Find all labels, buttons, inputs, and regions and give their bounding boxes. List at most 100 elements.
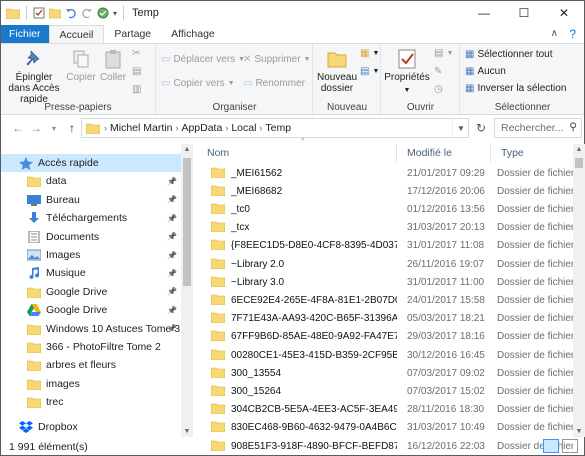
search-input[interactable]: Rechercher... ⚲: [494, 118, 582, 138]
tab-fichier[interactable]: Fichier: [1, 25, 49, 43]
copy-button[interactable]: Copier: [65, 48, 97, 83]
collapse-ribbon-icon[interactable]: ∧: [551, 28, 558, 39]
file-row[interactable]: 830EC468-9B60-4632-9479-0A4B6C0DC1C4 31/0…: [197, 419, 573, 437]
scroll-down-icon[interactable]: ▼: [181, 428, 193, 435]
breadcrumb-separator-icon[interactable]: ›: [104, 123, 107, 133]
file-row[interactable]: ~Library 2.0 26/11/2016 19:07 Dossier de f…: [197, 255, 573, 273]
qat-dropdown-icon[interactable]: ▾: [113, 9, 117, 18]
file-row[interactable]: 6ECE92E4-265E-4F8A-81E1-2B07D0A19CEE 24/0…: [197, 291, 573, 309]
scroll-up-icon[interactable]: ▲: [573, 146, 585, 153]
new-item-button[interactable]: ▦ ▼: [360, 48, 379, 59]
undo-icon[interactable]: [65, 7, 77, 19]
scroll-down-icon[interactable]: ▼: [573, 428, 585, 435]
pin-icon[interactable]: 📌: [167, 251, 177, 260]
invert-selection-button[interactable]: ▦ Inverser la sélection: [465, 83, 566, 94]
recent-locations-icon[interactable]: ▾: [45, 124, 63, 133]
rename-button[interactable]: ▭ Renommer: [243, 78, 305, 89]
nav-item[interactable]: 366 - PhotoFiltre Tome 2: [1, 338, 181, 356]
nav-item[interactable]: arbres et fleurs: [1, 356, 181, 374]
scroll-thumb[interactable]: [183, 158, 191, 286]
nav-item[interactable]: Windows 10 Astuces Tome 3 📌: [1, 320, 181, 338]
delete-button[interactable]: ✕ Supprimer ▼: [243, 54, 310, 65]
breadcrumb-appdata[interactable]: AppData: [181, 122, 222, 134]
pin-icon[interactable]: 📌: [167, 287, 177, 296]
breadcrumb-separator-icon[interactable]: ›: [259, 123, 262, 133]
column-header-type[interactable]: Type: [491, 144, 573, 162]
scroll-up-icon[interactable]: ▲: [181, 146, 193, 153]
nav-item[interactable]: Dropbox: [1, 418, 181, 436]
nav-item[interactable]: Musique 📌: [1, 264, 181, 282]
properties-check-icon[interactable]: [33, 7, 45, 19]
nav-item[interactable]: Téléchargements 📌: [1, 209, 181, 227]
move-to-button[interactable]: ▭ Déplacer vers ▼: [161, 54, 245, 65]
help-icon[interactable]: ?: [569, 27, 576, 41]
forward-icon[interactable]: →: [27, 121, 45, 135]
select-none-button[interactable]: ▦ Aucun: [465, 66, 506, 77]
file-list-scrollbar[interactable]: ▲ ▼: [573, 144, 585, 437]
file-row[interactable]: _tcx 31/03/2017 20:13 Dossier de fichier: [197, 219, 573, 237]
file-row[interactable]: {F8EEC1D5-D8E0-4CF8-8395-4D0374FB5D... 31…: [197, 237, 573, 255]
tab-affichage[interactable]: Affichage: [161, 25, 225, 43]
history-button[interactable]: ◷: [434, 84, 443, 95]
nav-item[interactable]: data 📌: [1, 172, 181, 190]
column-header-modified[interactable]: Modifié le: [397, 144, 491, 162]
new-folder-icon[interactable]: [49, 7, 61, 19]
pin-icon[interactable]: 📌: [167, 177, 177, 186]
redo-icon[interactable]: [81, 7, 93, 19]
nav-item[interactable]: Documents 📌: [1, 228, 181, 246]
minimize-button[interactable]: —: [464, 1, 504, 25]
up-icon[interactable]: ↑: [63, 121, 81, 135]
file-row[interactable]: _MEI61562 21/01/2017 09:29 Dossier de fich…: [197, 164, 573, 182]
nav-item[interactable]: Accès rapide: [1, 154, 181, 172]
copy-path-button[interactable]: ▤: [132, 66, 141, 77]
paste-button[interactable]: Coller: [98, 48, 128, 83]
pin-icon[interactable]: 📌: [167, 214, 177, 223]
file-row[interactable]: ~Library 3.0 31/01/2017 11:00 Dossier de f…: [197, 273, 573, 291]
pin-icon[interactable]: 📌: [167, 232, 177, 241]
file-row[interactable]: _MEI68682 17/12/2016 20:06 Dossier de fich…: [197, 182, 573, 200]
new-folder-button[interactable]: Nouveau dossier: [316, 48, 358, 94]
properties-button[interactable]: Propriétés ▼: [384, 48, 430, 96]
scroll-thumb[interactable]: [575, 158, 583, 168]
nav-item[interactable]: Google Drive 📌: [1, 283, 181, 301]
open-button[interactable]: ▤ ▼: [434, 48, 453, 59]
edit-button[interactable]: ✎: [434, 66, 442, 77]
nav-item[interactable]: Images 📌: [1, 246, 181, 264]
file-row[interactable]: 7F71E43A-AA93-420C-B65F-31396AFB81E1 05/0…: [197, 310, 573, 328]
nav-item[interactable]: Google Drive 📌: [1, 301, 181, 319]
breadcrumb-temp[interactable]: Temp: [265, 122, 291, 134]
easy-access-button[interactable]: ▤ ▼: [360, 66, 379, 77]
column-header-name[interactable]: Nom: [197, 144, 397, 162]
copy-to-button[interactable]: ▭ Copier vers ▼: [161, 78, 235, 89]
file-row[interactable]: 304CB2CB-5E5A-4EE3-AC5F-3EA49F9B6E... 28/…: [197, 401, 573, 419]
globe-check-icon[interactable]: [97, 7, 109, 19]
navigation-scrollbar[interactable]: ▲ ▼: [181, 144, 193, 437]
breadcrumb-michel-martin[interactable]: Michel Martin: [110, 122, 172, 134]
back-icon[interactable]: ←: [9, 121, 27, 135]
close-button[interactable]: ✕: [544, 1, 584, 25]
pin-quick-access-button[interactable]: Épingler dans Accès rapide: [5, 48, 63, 105]
address-dropdown-icon[interactable]: ▼: [452, 118, 469, 138]
refresh-icon[interactable]: ↻: [471, 119, 491, 137]
pin-icon[interactable]: 📌: [167, 269, 177, 278]
file-row[interactable]: 300_15264 07/03/2017 15:02 Dossier de fich…: [197, 382, 573, 400]
details-view-button[interactable]: [543, 439, 559, 453]
file-row[interactable]: 67FF9B6D-85AE-48E0-9A92-FA47E7A5622F 29/0…: [197, 328, 573, 346]
pin-icon[interactable]: 📌: [167, 324, 177, 333]
cut-button[interactable]: ✂: [132, 48, 140, 59]
tab-partage[interactable]: Partage: [104, 25, 161, 43]
breadcrumb-local[interactable]: Local: [231, 122, 256, 134]
nav-item[interactable]: Bureau 📌: [1, 191, 181, 209]
paste-shortcut-button[interactable]: ▥: [132, 84, 141, 95]
large-icons-view-button[interactable]: [562, 439, 578, 453]
file-row[interactable]: _tc0 01/12/2016 13:56 Dossier de fichier: [197, 200, 573, 218]
select-all-button[interactable]: ▦ Sélectionner tout: [465, 49, 553, 60]
nav-item[interactable]: trec: [1, 393, 181, 411]
breadcrumb-separator-icon[interactable]: ›: [175, 123, 178, 133]
nav-item[interactable]: images: [1, 375, 181, 393]
file-row[interactable]: 00280CE1-45E3-415D-B359-2CF95BEE2E16 30/1…: [197, 346, 573, 364]
pin-icon[interactable]: 📌: [167, 195, 177, 204]
tab-accueil[interactable]: Accueil: [48, 25, 105, 43]
pin-icon[interactable]: 📌: [167, 306, 177, 315]
file-row[interactable]: 300_13554 07/03/2017 09:02 Dossier de fich…: [197, 364, 573, 382]
